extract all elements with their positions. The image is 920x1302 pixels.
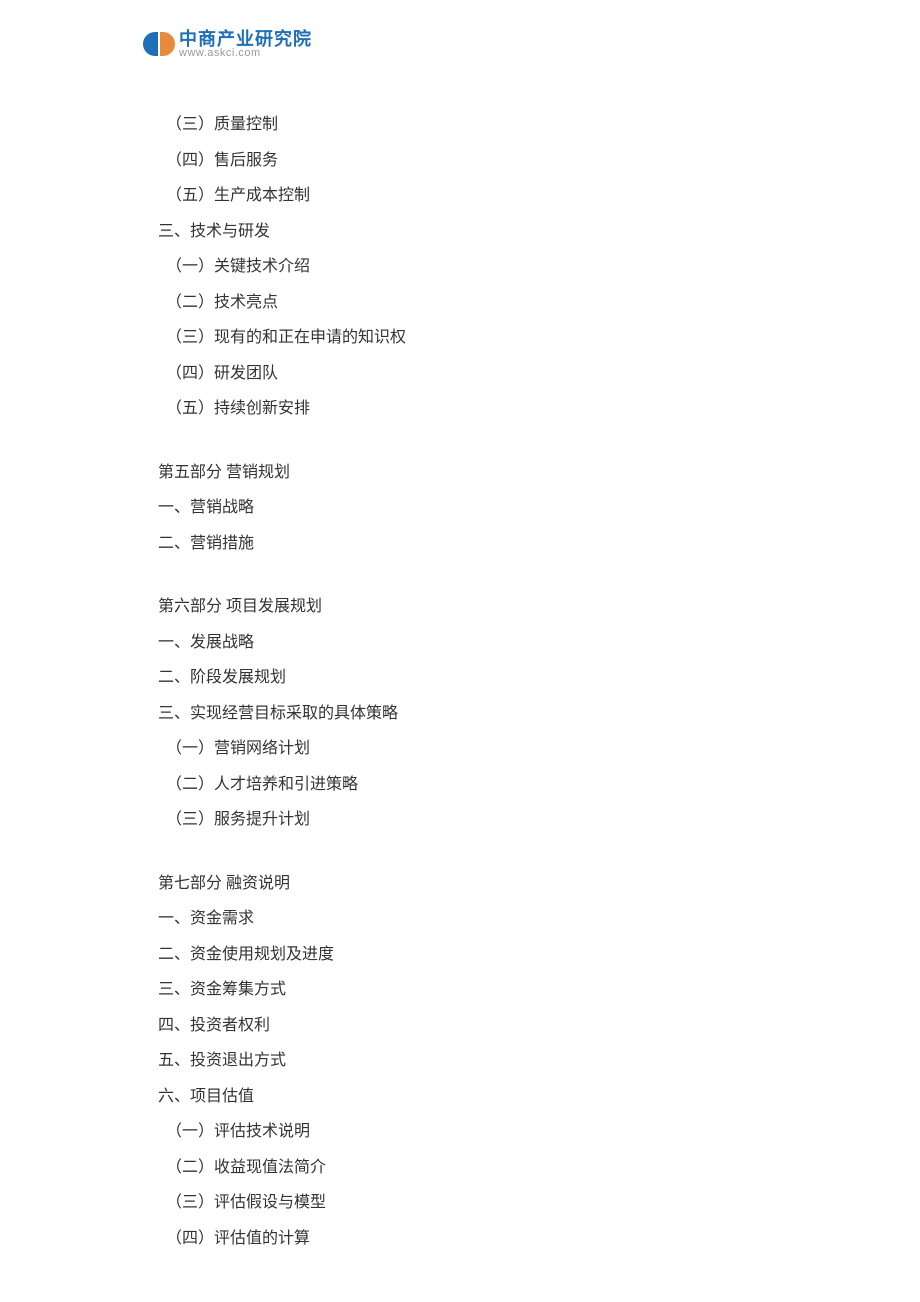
toc-item: （一）营销网络计划 (158, 737, 778, 761)
toc-section-heading: 第七部分 融资说明 (158, 872, 778, 896)
toc-item: 五、投资退出方式 (158, 1049, 778, 1073)
toc-item: 一、资金需求 (158, 907, 778, 931)
toc-item: 四、投资者权利 (158, 1014, 778, 1038)
toc-item: （三）评估假设与模型 (158, 1191, 778, 1215)
logo-text: 中商产业研究院 www.askci.com (179, 30, 312, 59)
toc-item: （二）技术亮点 (158, 291, 778, 315)
toc-item: （四）评估值的计算 (158, 1227, 778, 1251)
toc-item: 一、营销战略 (158, 496, 778, 520)
toc-item: （一）评估技术说明 (158, 1120, 778, 1144)
toc-item: （三）服务提升计划 (158, 808, 778, 832)
toc-item: （五）生产成本控制 (158, 184, 778, 208)
toc-item: （四）研发团队 (158, 362, 778, 386)
toc-item: 二、资金使用规划及进度 (158, 943, 778, 967)
toc-item: 三、实现经营目标采取的具体策略 (158, 702, 778, 726)
toc-item: 三、资金筹集方式 (158, 978, 778, 1002)
toc-item: （二）人才培养和引进策略 (158, 773, 778, 797)
header-logo: 中商产业研究院 www.askci.com (143, 28, 312, 60)
toc-item: 二、阶段发展规划 (158, 666, 778, 690)
toc-item: （四）售后服务 (158, 149, 778, 173)
toc-item: 一、发展战略 (158, 631, 778, 655)
toc-item: （五）持续创新安排 (158, 397, 778, 421)
logo-icon (143, 28, 175, 60)
toc-item: （一）关键技术介绍 (158, 255, 778, 279)
toc-item: （二）收益现值法简介 (158, 1156, 778, 1180)
toc-content: （三）质量控制 （四）售后服务 （五）生产成本控制 三、技术与研发 （一）关键技… (158, 113, 778, 1262)
toc-section-heading: 第五部分 营销规划 (158, 461, 778, 485)
toc-section-heading: 第六部分 项目发展规划 (158, 595, 778, 619)
toc-item: 六、项目估值 (158, 1085, 778, 1109)
toc-item: 三、技术与研发 (158, 220, 778, 244)
toc-item: （三）质量控制 (158, 113, 778, 137)
logo-title: 中商产业研究院 (179, 30, 312, 48)
logo-url: www.askci.com (179, 48, 312, 59)
toc-item: 二、营销措施 (158, 532, 778, 556)
toc-item: （三）现有的和正在申请的知识权 (158, 326, 778, 350)
